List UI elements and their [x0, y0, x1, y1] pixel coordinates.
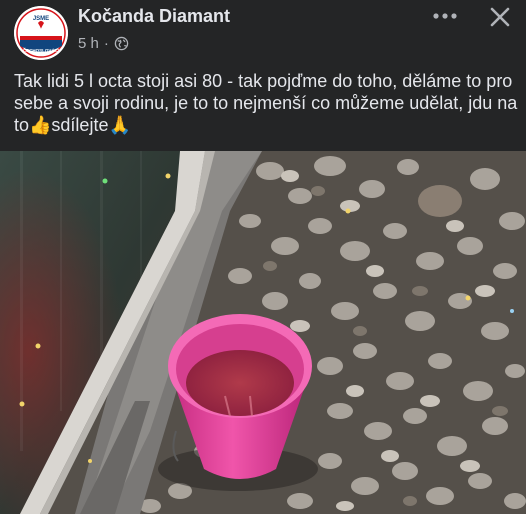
avatar-logo: JSME ČECHOSLOVÁCI: [14, 6, 68, 60]
author-name[interactable]: Kočanda Diamant: [78, 6, 230, 27]
photo-illustration: [0, 151, 526, 514]
post-text: Tak lidi 5 l octa stoji asi 80 - tak poj…: [14, 71, 518, 135]
more-options-button[interactable]: [430, 4, 460, 28]
more-options-icon: [433, 13, 457, 19]
post-header: JSME ČECHOSLOVÁCI Kočanda Diamant 5 h ·: [0, 0, 526, 62]
avatar-text-bottom: ČECHOSLOVÁCI: [23, 47, 59, 53]
post-time[interactable]: 5 h: [78, 35, 99, 52]
post-photo[interactable]: [0, 151, 526, 514]
meta-separator: ·: [103, 35, 109, 52]
page-avatar[interactable]: JSME ČECHOSLOVÁCI: [14, 6, 68, 60]
globe-icon: [114, 36, 129, 51]
avatar-text-top: JSME: [33, 16, 49, 22]
close-button[interactable]: [486, 4, 514, 30]
post-meta: 5 h ·: [78, 35, 129, 52]
close-icon: [490, 7, 510, 27]
